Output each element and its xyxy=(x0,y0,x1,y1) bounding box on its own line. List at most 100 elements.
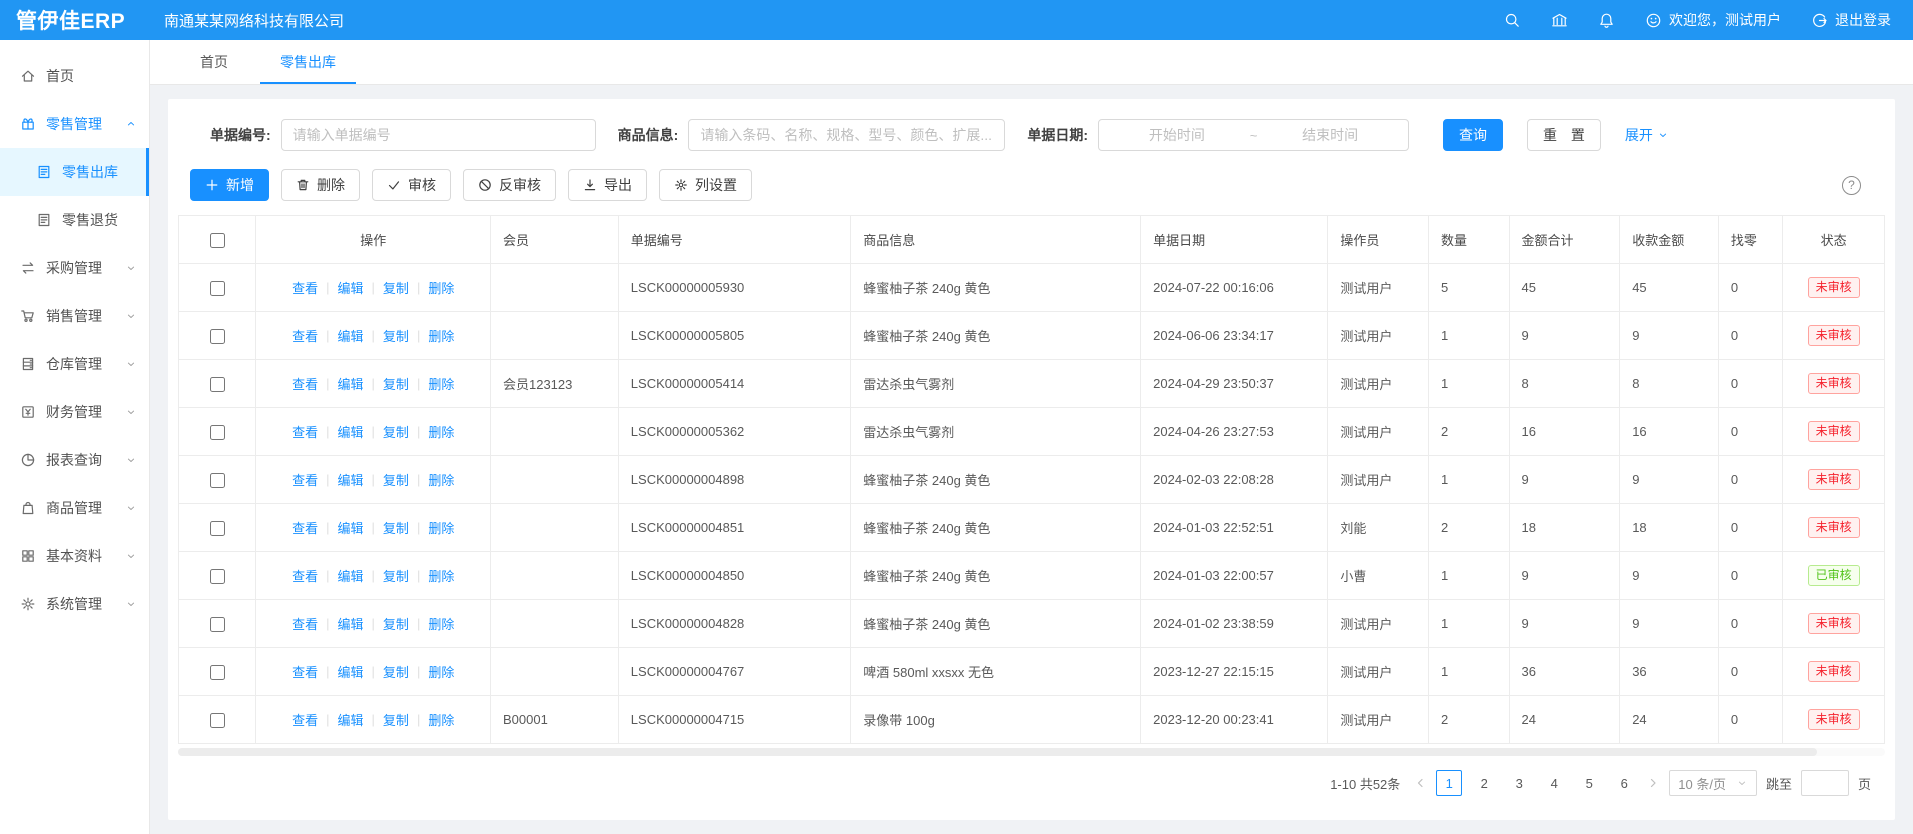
search-icon[interactable] xyxy=(1504,12,1521,29)
copy-link[interactable]: 复制 xyxy=(383,374,409,393)
copy-link[interactable]: 复制 xyxy=(383,662,409,681)
delete-button[interactable]: 删除 xyxy=(281,169,360,201)
prev-page-button[interactable] xyxy=(1413,776,1427,790)
view-link[interactable]: 查看 xyxy=(292,278,318,297)
view-link[interactable]: 查看 xyxy=(292,374,318,393)
bank-icon[interactable] xyxy=(1551,12,1568,29)
edit-link[interactable]: 编辑 xyxy=(338,614,364,633)
page-button[interactable]: 3 xyxy=(1506,770,1532,796)
logout-button[interactable]: 退出登录 xyxy=(1811,10,1891,30)
view-link[interactable]: 查看 xyxy=(292,710,318,729)
page-size-select[interactable]: 10 条/页 xyxy=(1669,770,1757,796)
sidebar-item-home[interactable]: 首页 xyxy=(0,52,149,100)
sidebar-item-retail-outbound[interactable]: 零售出库 xyxy=(0,148,149,196)
tab-home[interactable]: 首页 xyxy=(196,40,232,84)
copy-link[interactable]: 复制 xyxy=(383,710,409,729)
reset-button[interactable]: 重 置 xyxy=(1527,119,1601,151)
sidebar-item-label: 基本资料 xyxy=(46,546,102,566)
copy-link[interactable]: 复制 xyxy=(383,518,409,537)
search-button[interactable]: 查询 xyxy=(1443,119,1503,151)
page-button[interactable]: 2 xyxy=(1471,770,1497,796)
edit-link[interactable]: 编辑 xyxy=(338,566,364,585)
sidebar-item-base[interactable]: 基本资料 xyxy=(0,532,149,580)
page-size-value: 10 条/页 xyxy=(1678,774,1726,793)
edit-link[interactable]: 编辑 xyxy=(338,710,364,729)
horizontal-scrollbar[interactable] xyxy=(178,748,1885,756)
tab-retail-outbound[interactable]: 零售出库 xyxy=(276,40,340,84)
page-button[interactable]: 4 xyxy=(1541,770,1567,796)
edit-link[interactable]: 编辑 xyxy=(338,326,364,345)
view-link[interactable]: 查看 xyxy=(292,422,318,441)
edit-link[interactable]: 编辑 xyxy=(338,662,364,681)
edit-link[interactable]: 编辑 xyxy=(338,470,364,489)
copy-link[interactable]: 复制 xyxy=(383,326,409,345)
delete-link[interactable]: 删除 xyxy=(428,566,454,585)
row-checkbox[interactable] xyxy=(210,521,225,536)
unaudit-button[interactable]: 反审核 xyxy=(463,169,556,201)
row-checkbox[interactable] xyxy=(210,473,225,488)
view-link[interactable]: 查看 xyxy=(292,518,318,537)
copy-link[interactable]: 复制 xyxy=(383,470,409,489)
row-checkbox[interactable] xyxy=(210,617,225,632)
view-link[interactable]: 查看 xyxy=(292,614,318,633)
page-button[interactable]: 5 xyxy=(1576,770,1602,796)
view-link[interactable]: 查看 xyxy=(292,566,318,585)
row-checkbox[interactable] xyxy=(210,569,225,584)
scrollbar-thumb[interactable] xyxy=(178,748,1817,756)
copy-link[interactable]: 复制 xyxy=(383,614,409,633)
sidebar-item-purchase[interactable]: 采购管理 xyxy=(0,244,149,292)
select-all-checkbox[interactable] xyxy=(210,233,225,248)
edit-link[interactable]: 编辑 xyxy=(338,422,364,441)
row-checkbox[interactable] xyxy=(210,713,225,728)
export-button[interactable]: 导出 xyxy=(568,169,647,201)
copy-link[interactable]: 复制 xyxy=(383,278,409,297)
row-checkbox[interactable] xyxy=(210,425,225,440)
view-link[interactable]: 查看 xyxy=(292,326,318,345)
expand-link[interactable]: 展开 xyxy=(1625,125,1669,145)
delete-link[interactable]: 删除 xyxy=(428,662,454,681)
sidebar-item-warehouse[interactable]: 仓库管理 xyxy=(0,340,149,388)
welcome-user[interactable]: 欢迎您，测试用户 xyxy=(1645,10,1781,30)
delete-link[interactable]: 删除 xyxy=(428,470,454,489)
audit-button[interactable]: 审核 xyxy=(372,169,451,201)
bell-icon[interactable] xyxy=(1598,12,1615,29)
delete-link[interactable]: 删除 xyxy=(428,326,454,345)
sidebar-item-sales[interactable]: 销售管理 xyxy=(0,292,149,340)
sidebar-item-retail[interactable]: 零售管理 xyxy=(0,100,149,148)
next-page-button[interactable] xyxy=(1646,776,1660,790)
row-checkbox[interactable] xyxy=(210,281,225,296)
edit-link[interactable]: 编辑 xyxy=(338,278,364,297)
delete-link[interactable]: 删除 xyxy=(428,278,454,297)
edit-link[interactable]: 编辑 xyxy=(338,374,364,393)
date-end-input[interactable] xyxy=(1263,127,1397,143)
cell-qty: 1 xyxy=(1428,312,1509,360)
copy-link[interactable]: 复制 xyxy=(383,566,409,585)
row-checkbox[interactable] xyxy=(210,665,225,680)
page-button-current[interactable]: 1 xyxy=(1436,770,1462,796)
bill-no-input[interactable] xyxy=(281,119,596,151)
sidebar-item-product[interactable]: 商品管理 xyxy=(0,484,149,532)
row-checkbox[interactable] xyxy=(210,329,225,344)
page-button[interactable]: 6 xyxy=(1611,770,1637,796)
help-icon[interactable]: ? xyxy=(1842,176,1861,195)
view-link[interactable]: 查看 xyxy=(292,470,318,489)
delete-link[interactable]: 删除 xyxy=(428,374,454,393)
view-link[interactable]: 查看 xyxy=(292,662,318,681)
sidebar-item-finance[interactable]: 财务管理 xyxy=(0,388,149,436)
edit-link[interactable]: 编辑 xyxy=(338,518,364,537)
date-range-picker[interactable]: ~ xyxy=(1098,119,1409,151)
jump-page-input[interactable] xyxy=(1801,770,1849,796)
sidebar-item-system[interactable]: 系统管理 xyxy=(0,580,149,628)
sidebar-item-report[interactable]: 报表查询 xyxy=(0,436,149,484)
delete-link[interactable]: 删除 xyxy=(428,518,454,537)
column-settings-button[interactable]: 列设置 xyxy=(659,169,752,201)
delete-link[interactable]: 删除 xyxy=(428,422,454,441)
date-start-input[interactable] xyxy=(1110,127,1244,143)
row-checkbox[interactable] xyxy=(210,377,225,392)
sidebar-item-retail-return[interactable]: 零售退货 xyxy=(0,196,149,244)
add-button[interactable]: 新增 xyxy=(190,169,269,201)
copy-link[interactable]: 复制 xyxy=(383,422,409,441)
delete-link[interactable]: 删除 xyxy=(428,614,454,633)
product-info-input[interactable] xyxy=(688,119,1005,151)
delete-link[interactable]: 删除 xyxy=(428,710,454,729)
